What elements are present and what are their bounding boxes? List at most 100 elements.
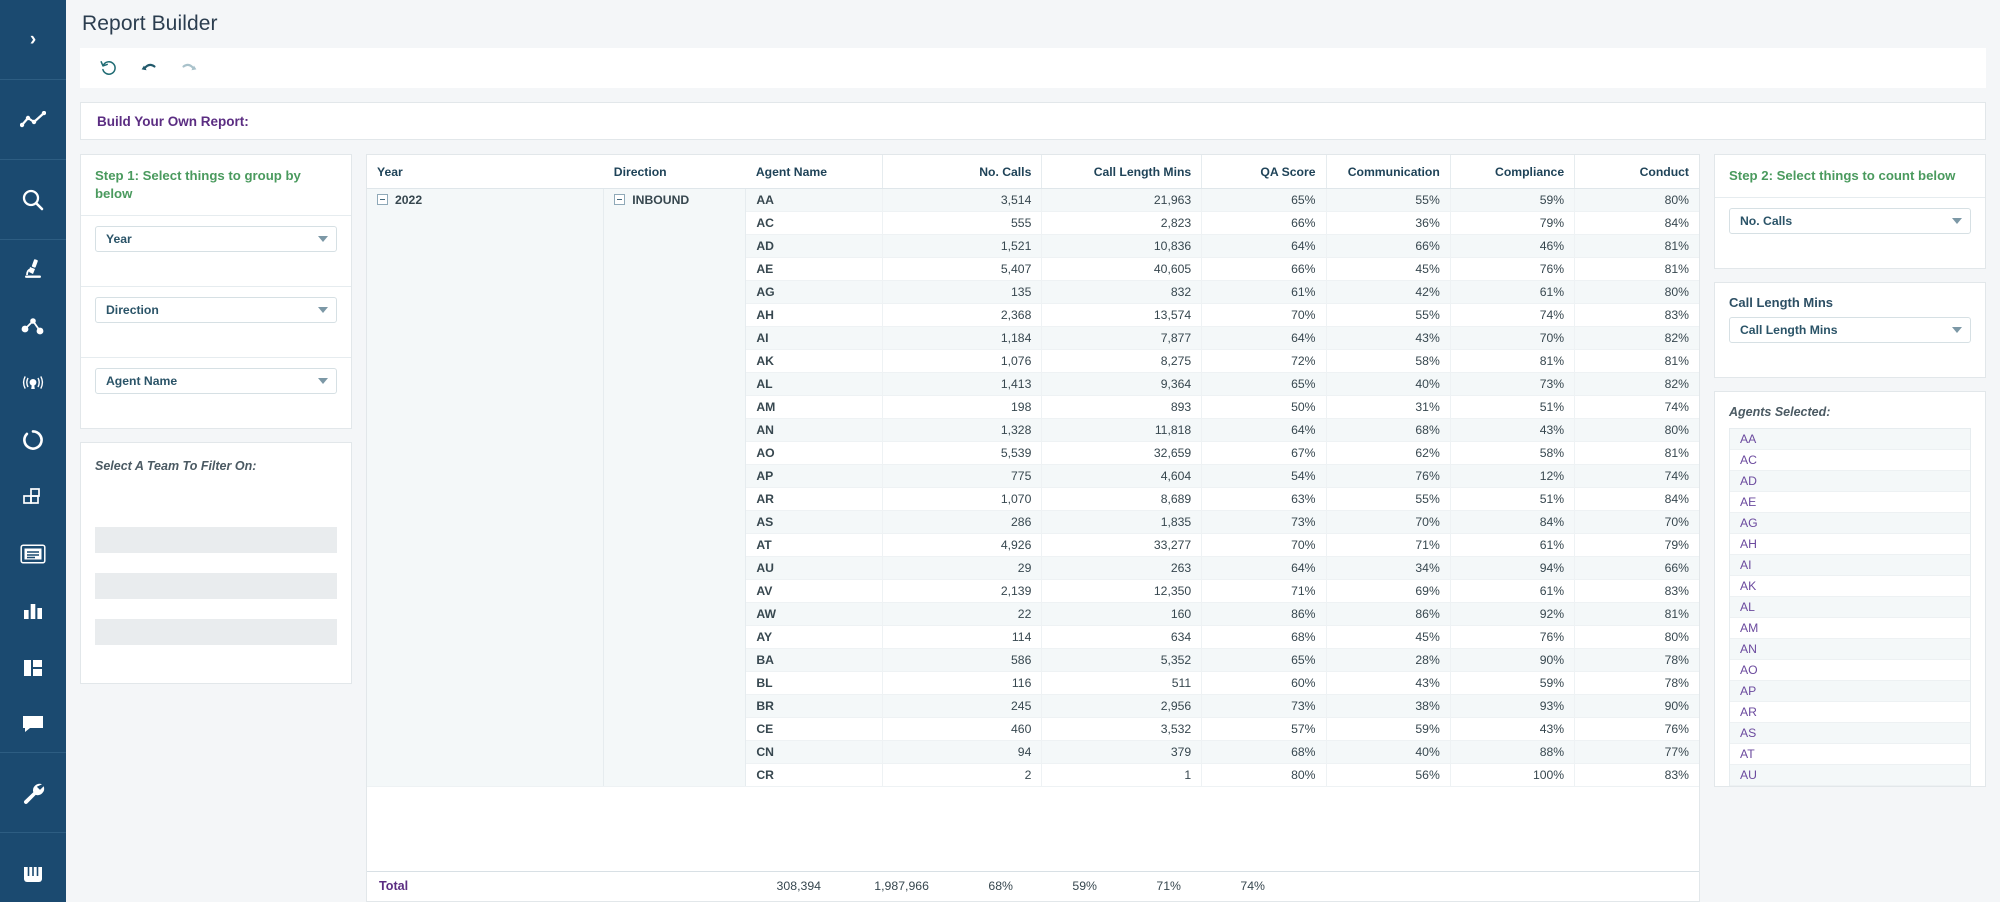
cell-no-calls: 775 [882, 465, 1042, 488]
cell-conduct: 80% [1575, 419, 1699, 442]
cell-no-calls: 2 [882, 764, 1042, 787]
cell-call-length-mins: 511 [1042, 672, 1202, 695]
report-table-body: 2022INBOUNDAA3,51421,96365%55%59%80%AC55… [367, 189, 1699, 787]
sidebar-item-dashboard[interactable] [0, 639, 66, 696]
list-item[interactable]: AI [1730, 555, 1970, 576]
cell-qa-score: 73% [1202, 695, 1326, 718]
sidebar-item-bar-chart[interactable] [0, 582, 66, 639]
cell-compliance: 58% [1450, 442, 1574, 465]
list-item[interactable]: AN [1730, 639, 1970, 660]
undo-button[interactable] [138, 57, 160, 79]
list-item[interactable]: AG [1730, 513, 1970, 534]
col-header-conduct[interactable]: Conduct [1575, 155, 1699, 189]
sidebar-item-progress[interactable] [0, 411, 66, 468]
report-table-scroll[interactable]: Year Direction Agent Name No. Calls Call… [367, 155, 1699, 871]
report-total-row: Total 308,394 1,987,966 68% 59% 71% 74% [367, 871, 1699, 901]
piano-keys-icon [21, 863, 45, 885]
cell-call-length-mins: 4,604 [1042, 465, 1202, 488]
cell-conduct: 90% [1575, 695, 1699, 718]
cell-qa-score: 57% [1202, 718, 1326, 741]
group-by-dropdown-direction[interactable]: Direction [95, 297, 337, 323]
sidebar-item-settings[interactable] [0, 753, 66, 833]
sidebar-item-search[interactable] [0, 160, 66, 240]
col-header-compliance[interactable]: Compliance [1450, 155, 1574, 189]
cell-communication: 56% [1326, 764, 1450, 787]
total-qa-score: 68% [939, 872, 1023, 901]
col-header-no-calls[interactable]: No. Calls [882, 155, 1042, 189]
list-item[interactable]: AS [1730, 723, 1970, 744]
sidebar-item-trend-chart[interactable] [0, 80, 66, 160]
agents-selected-list[interactable]: AAACADAEAGAHAIAKALAMANAOAPARASATAU [1729, 428, 1971, 786]
cell-call-length-mins: 13,574 [1042, 304, 1202, 327]
cell-call-length-mins: 2,823 [1042, 212, 1202, 235]
list-item[interactable]: AM [1730, 618, 1970, 639]
cell-compliance: 51% [1450, 488, 1574, 511]
group-cell-direction[interactable]: INBOUND [604, 189, 746, 787]
cell-agent-name: AV [746, 580, 882, 603]
col-header-direction[interactable]: Direction [604, 155, 746, 189]
blocks-icon [21, 487, 45, 507]
team-filter-placeholder-3[interactable] [95, 619, 337, 645]
cell-conduct: 74% [1575, 396, 1699, 419]
list-item[interactable]: AO [1730, 660, 1970, 681]
measure-card: Call Length Mins Call Length Mins [1714, 282, 1986, 378]
sidebar-item-blocks[interactable] [0, 468, 66, 525]
list-item[interactable]: AH [1730, 534, 1970, 555]
list-item[interactable]: AU [1730, 765, 1970, 786]
col-header-agent-name[interactable]: Agent Name [746, 155, 882, 189]
list-item[interactable]: AC [1730, 450, 1970, 471]
measure-dropdown-call-length-mins[interactable]: Call Length Mins [1729, 317, 1971, 343]
group-by-dropdown-year[interactable]: Year [95, 226, 337, 252]
cell-qa-score: 54% [1202, 465, 1326, 488]
total-conduct: 74% [1191, 872, 1275, 901]
sidebar-item-keyboard[interactable] [0, 845, 66, 902]
cell-conduct: 82% [1575, 373, 1699, 396]
list-item[interactable]: AA [1730, 429, 1970, 450]
list-item[interactable]: AL [1730, 597, 1970, 618]
cell-qa-score: 64% [1202, 419, 1326, 442]
cell-no-calls: 555 [882, 212, 1042, 235]
build-your-own-report-bar: Build Your Own Report: [80, 102, 1986, 140]
list-item[interactable]: AT [1730, 744, 1970, 765]
list-item[interactable]: AP [1730, 681, 1970, 702]
step2-header: Step 2: Select things to count below [1715, 155, 1985, 198]
team-filter-card: Select A Team To Filter On: [80, 442, 352, 684]
list-item[interactable]: AR [1730, 702, 1970, 723]
cell-compliance: 81% [1450, 350, 1574, 373]
sidebar-item-forms[interactable] [0, 525, 66, 582]
sidebar-item-broadcast[interactable] [0, 354, 66, 411]
col-header-year[interactable]: Year [367, 155, 604, 189]
cell-call-length-mins: 8,275 [1042, 350, 1202, 373]
count-dropdown-no-calls[interactable]: No. Calls [1729, 208, 1971, 234]
group-by-dropdown-agent-name[interactable]: Agent Name [95, 368, 337, 394]
wrench-icon [20, 781, 46, 805]
list-item[interactable]: AD [1730, 471, 1970, 492]
sidebar-item-expand-chevron[interactable]: › [0, 0, 66, 80]
list-item[interactable]: AK [1730, 576, 1970, 597]
col-header-qa-score[interactable]: QA Score [1202, 155, 1326, 189]
reset-button[interactable] [98, 57, 120, 79]
table-row[interactable]: 2022INBOUNDAA3,51421,96365%55%59%80% [367, 189, 1699, 212]
group-cell-year-value: 2022 [395, 193, 422, 207]
editor-toolbar [80, 48, 1986, 88]
cell-qa-score: 72% [1202, 350, 1326, 373]
chevron-down-icon [1952, 218, 1962, 224]
cell-call-length-mins: 21,963 [1042, 189, 1202, 212]
col-header-call-length[interactable]: Call Length Mins [1042, 155, 1202, 189]
team-filter-placeholder-2[interactable] [95, 573, 337, 599]
cell-compliance: 79% [1450, 212, 1574, 235]
list-item[interactable]: AE [1730, 492, 1970, 513]
sidebar-item-insights[interactable] [0, 240, 66, 297]
team-filter-placeholder-1[interactable] [95, 527, 337, 553]
group-cell-year[interactable]: 2022 [367, 189, 604, 787]
cell-conduct: 66% [1575, 557, 1699, 580]
cell-qa-score: 68% [1202, 626, 1326, 649]
sidebar-item-messages[interactable] [0, 696, 66, 753]
collapse-icon[interactable] [377, 194, 388, 205]
redo-button[interactable] [178, 57, 200, 79]
cell-agent-name: AU [746, 557, 882, 580]
cell-communication: 40% [1326, 741, 1450, 764]
col-header-communication[interactable]: Communication [1326, 155, 1450, 189]
sidebar-item-network[interactable] [0, 297, 66, 354]
collapse-icon[interactable] [614, 194, 625, 205]
